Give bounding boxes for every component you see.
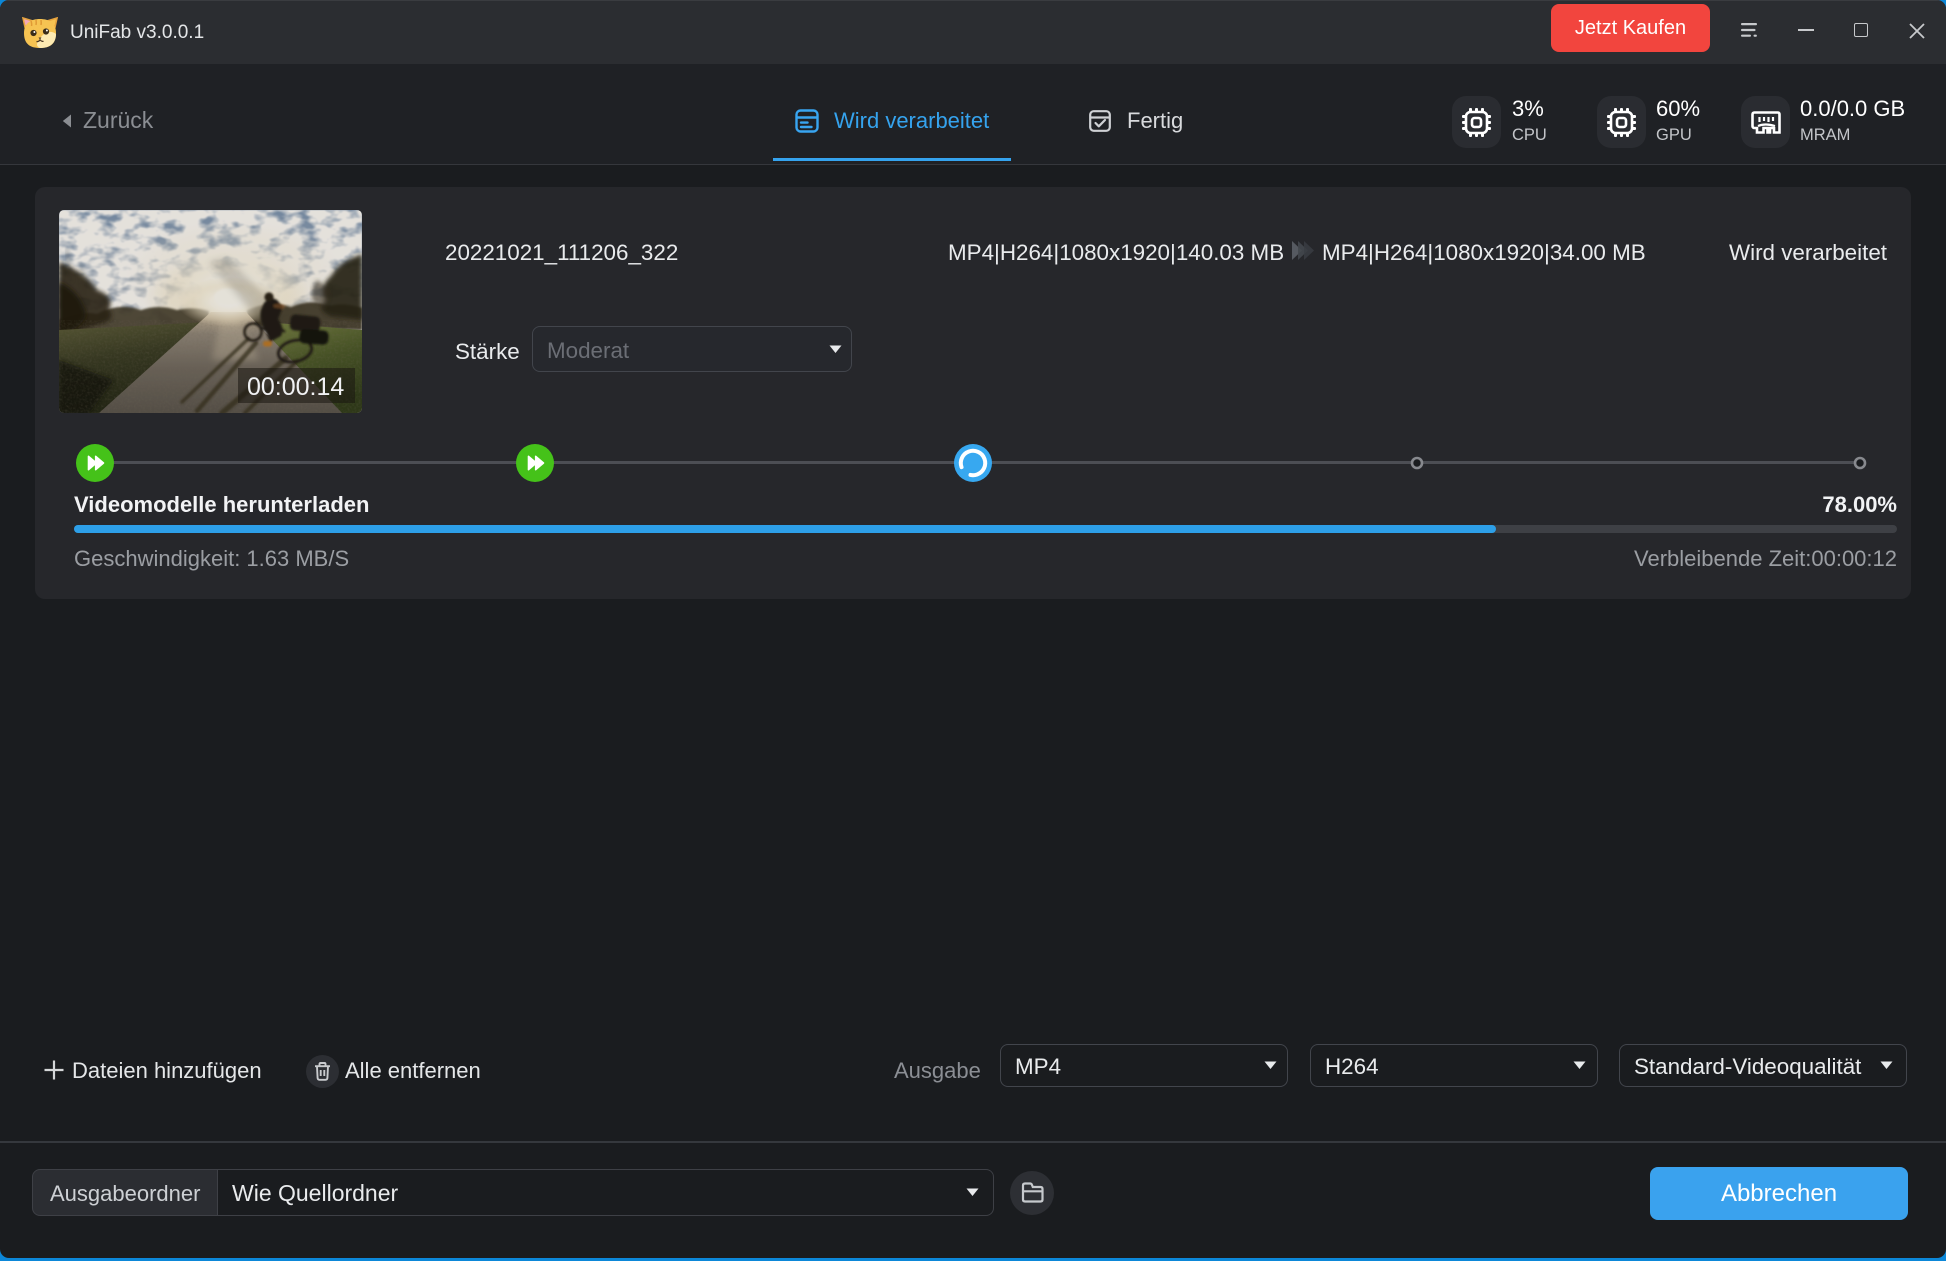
svg-text:00:00:14: 00:00:14: [247, 373, 344, 401]
